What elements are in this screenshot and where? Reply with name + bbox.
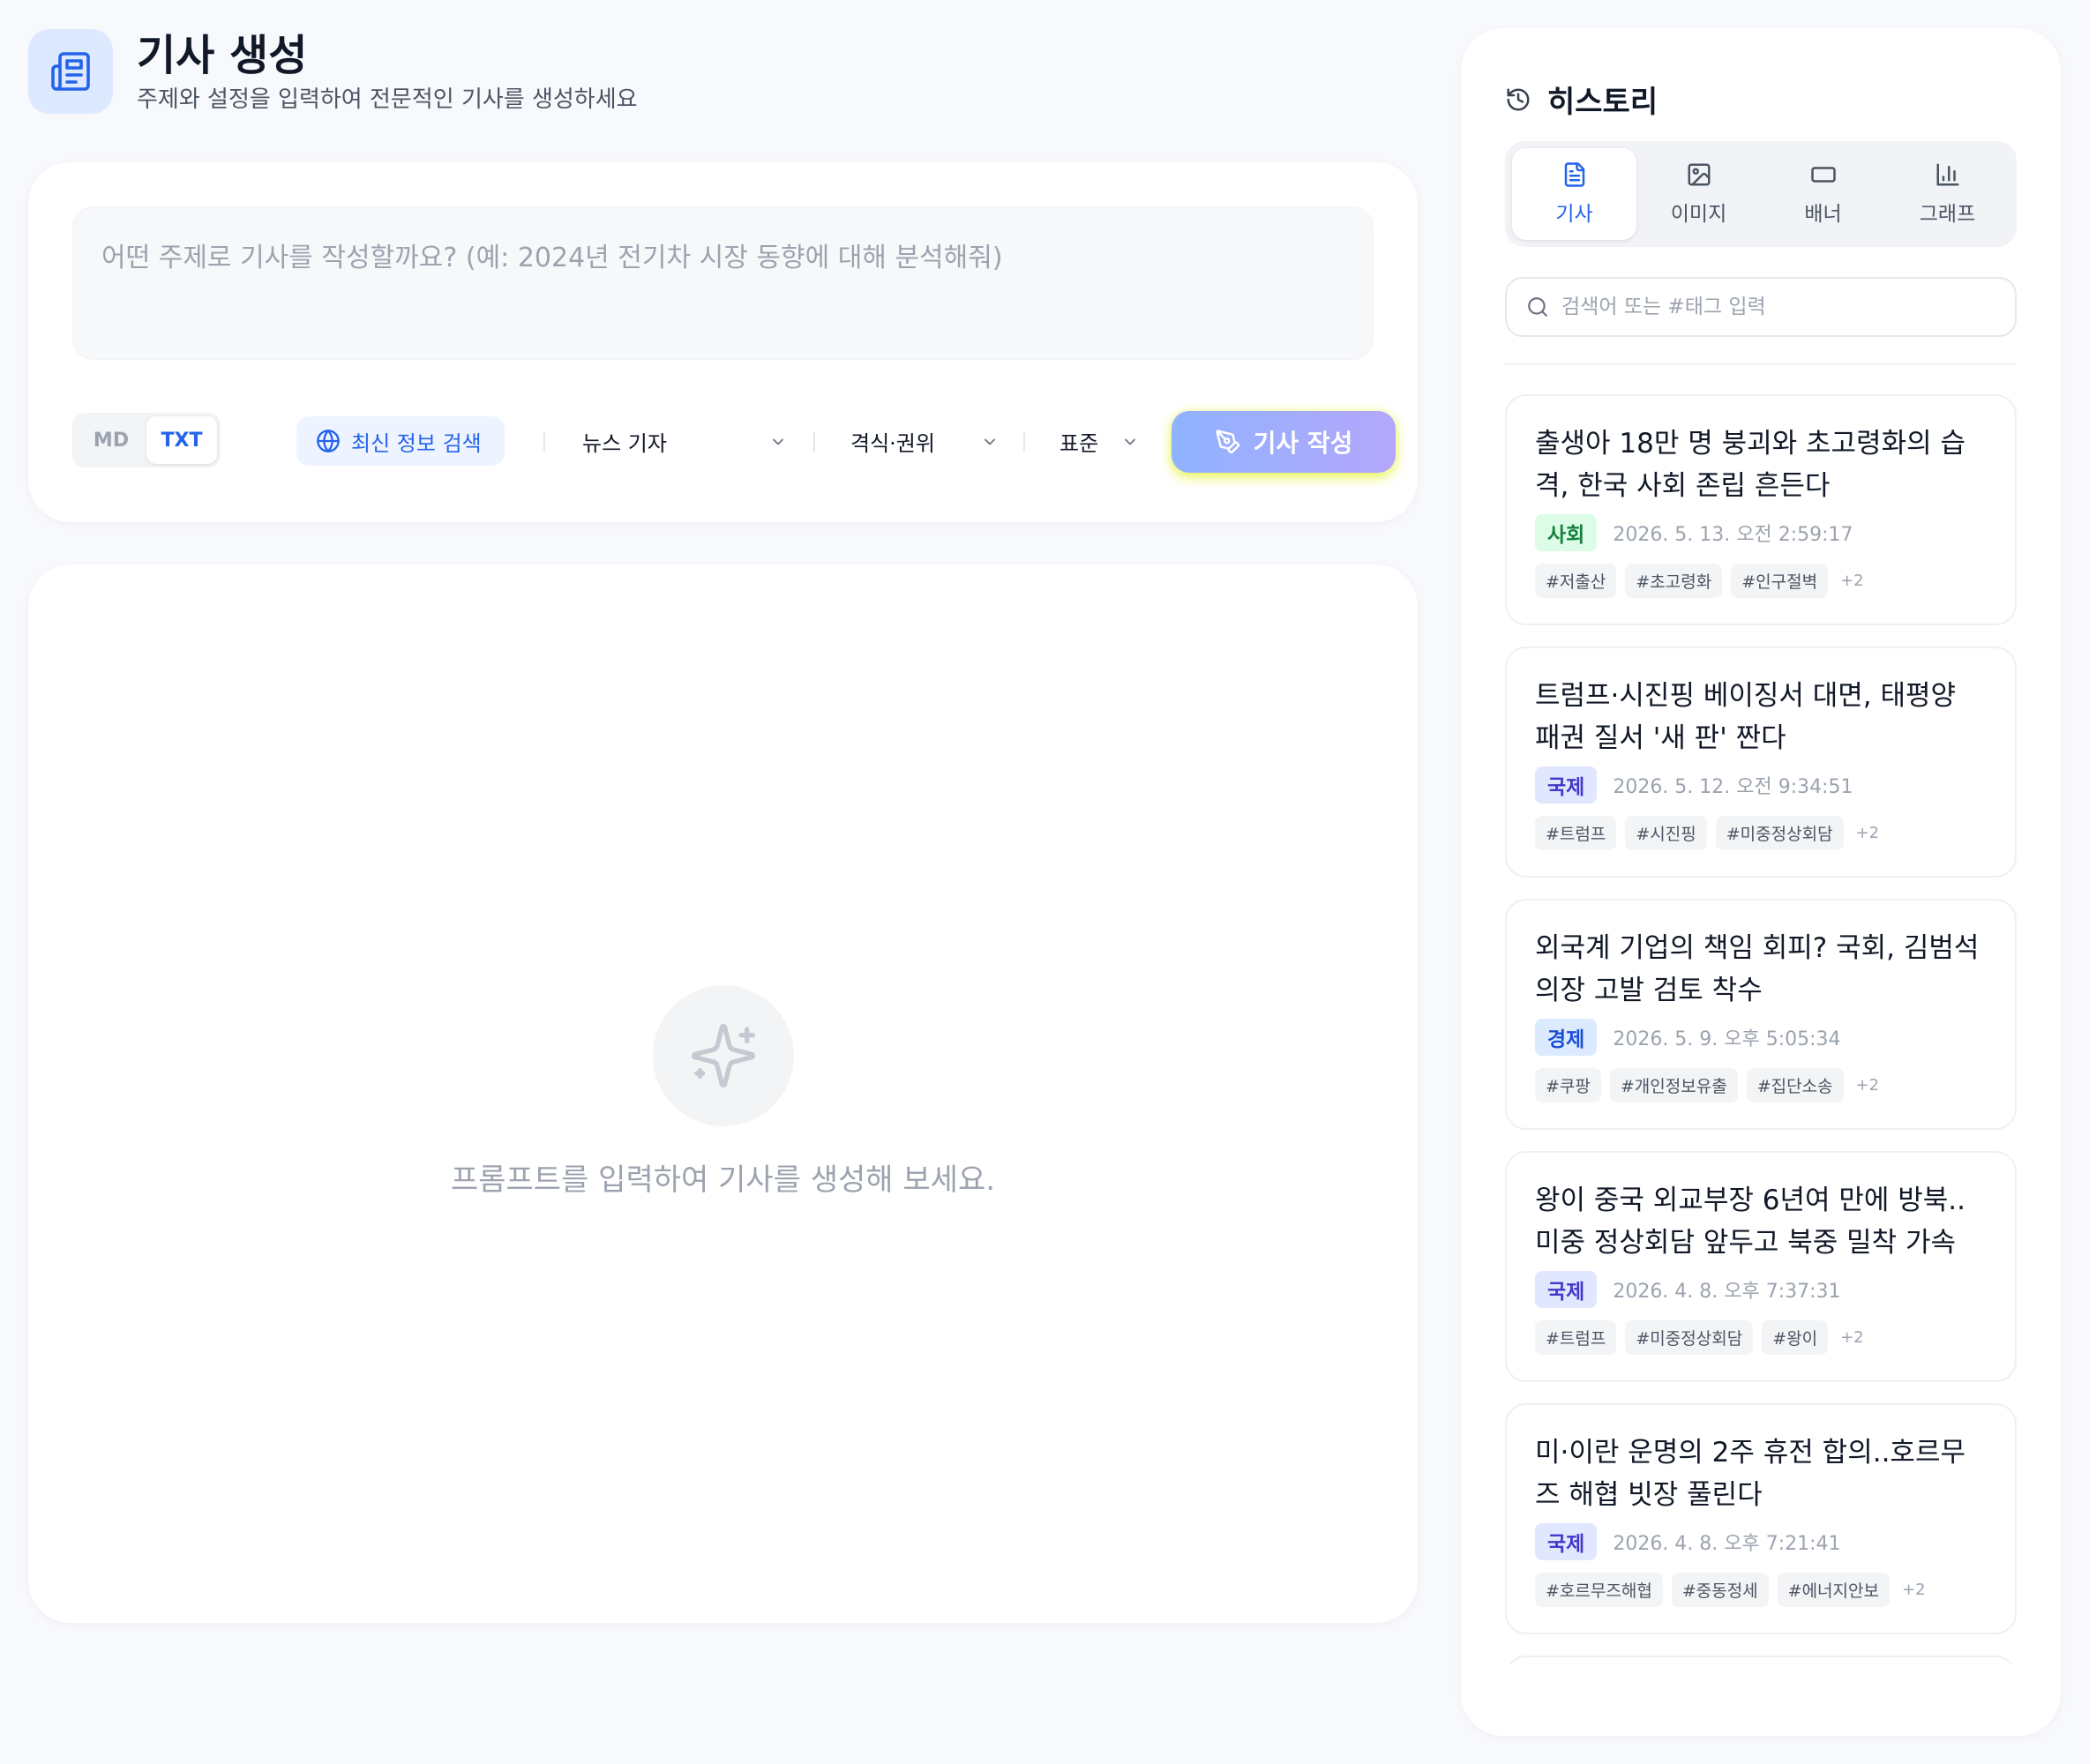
tag-chip: #시진핑	[1625, 816, 1707, 850]
newspaper-icon	[28, 29, 113, 114]
history-search-input[interactable]	[1561, 295, 1985, 318]
globe-icon	[317, 430, 340, 452]
persona-select-value: 뉴스 기자	[582, 430, 667, 456]
history-item-date: 2026. 5. 13. 오전 2:59:17	[1613, 524, 1853, 546]
generate-article-label: 기사 작성	[1253, 429, 1353, 458]
divider	[543, 432, 545, 452]
page-title: 기사 생성	[137, 31, 308, 80]
bar-chart-icon	[1936, 163, 1958, 186]
history-item-title: 미·이란 운명의 2주 휴전 합의..호르무즈 해협 빗장 풀린다	[1535, 1437, 1965, 1511]
result-card: 프롬프트를 입력하여 기사를 생성해 보세요.	[28, 564, 1418, 1623]
prompt-toolbar: MD TXT 최신 정보 검색 뉴스 기자 격식·권위 표준 기사 작성	[72, 411, 1396, 473]
tag-chip: #미중정상회담	[1715, 816, 1844, 850]
more-tags-count: +2	[1855, 1076, 1880, 1095]
tag-chip: #인구절벽	[1731, 564, 1829, 598]
tag-chip: #중동정세	[1671, 1573, 1769, 1607]
tab-article[interactable]: 기사	[1512, 148, 1636, 240]
history-type-tabs: 기사 이미지 배너 그래프	[1505, 141, 2017, 247]
tag-chip: #트럼프	[1535, 1320, 1617, 1355]
divider	[1023, 432, 1025, 452]
divider	[1505, 363, 2017, 365]
prompt-input[interactable]	[72, 206, 1374, 360]
history-search	[1505, 277, 2017, 337]
history-item-date: 2026. 5. 12. 오전 9:34:51	[1613, 776, 1853, 798]
history-icon	[1507, 88, 1530, 110]
tag-chip: #초고령화	[1625, 564, 1723, 598]
history-item[interactable]: 출생아 18만 명 붕괴와 초고령화의 습격, 한국 사회 존립 흔든다 사회 …	[1505, 394, 2017, 625]
format-txt-button[interactable]: TXT	[146, 416, 217, 464]
history-item-title: 출생아 18만 명 붕괴와 초고령화의 습격, 한국 사회 존립 흔든다	[1535, 428, 1965, 502]
history-panel: 히스토리 기사 이미지 배너 그래프 검색어 또는 #태그 입력 출생아 18만…	[1461, 28, 2061, 1736]
pen-tool-icon	[1215, 430, 1239, 454]
tag-chip: #미중정상회담	[1625, 1320, 1754, 1355]
history-list[interactable]: 출생아 18만 명 붕괴와 초고령화의 습격, 한국 사회 존립 흔든다 사회 …	[1505, 394, 2017, 1664]
history-item-title: 왕이 중국 외교부장 6년여 만에 방북.. 미중 정상회담 앞두고 북중 밀착…	[1535, 1185, 1965, 1259]
prompt-card: MD TXT 최신 정보 검색 뉴스 기자 격식·권위 표준	[28, 162, 1418, 522]
history-title: 히스토리	[1547, 85, 1658, 120]
category-badge: 경제	[1535, 1019, 1598, 1056]
category-badge: 국제	[1535, 1271, 1598, 1308]
more-tags-count: +2	[1855, 824, 1880, 842]
tag-chip: #개인정보유출	[1609, 1068, 1738, 1102]
tag-chip: #왕이	[1762, 1320, 1829, 1355]
history-item[interactable]	[1505, 1656, 2017, 1664]
history-item-title: 외국계 기업의 책임 회피? 국회, 김범석 의장 고발 검토 착수	[1535, 932, 1980, 1006]
history-item[interactable]: 트럼프·시진핑 베이징서 대면, 태평양 패권 질서 '새 판' 짠다 국제 2…	[1505, 647, 2017, 878]
category-badge: 국제	[1535, 1523, 1598, 1560]
divider	[813, 432, 815, 452]
document-icon	[1564, 162, 1584, 187]
tab-graph[interactable]: 그래프	[1885, 148, 2010, 240]
banner-icon	[1810, 167, 1836, 183]
length-select[interactable]: 표준	[1059, 416, 1139, 466]
more-tags-count: +2	[1901, 1581, 1926, 1599]
page-subtitle: 주제와 설정을 입력하여 전문적인 기사를 생성하세요	[137, 86, 638, 113]
category-badge: 사회	[1535, 514, 1598, 551]
chevron-down-icon	[985, 438, 995, 445]
history-item[interactable]: 왕이 중국 외교부장 6년여 만에 방북.. 미중 정상회담 앞두고 북중 밀착…	[1505, 1151, 2017, 1382]
more-tags-count: +2	[1840, 572, 1864, 590]
tag-chip: #쿠팡	[1535, 1068, 1601, 1102]
history-header: 히스토리	[1505, 78, 1658, 121]
chevron-down-icon	[1125, 438, 1135, 445]
generate-article-button[interactable]: 기사 작성	[1172, 411, 1396, 473]
sparkles-icon	[653, 985, 794, 1126]
tag-chip: #집단소송	[1746, 1068, 1844, 1102]
tab-graph-label: 그래프	[1919, 203, 1976, 226]
web-search-label: 최신 정보 검색	[351, 430, 482, 456]
tab-banner-label: 배너	[1804, 203, 1842, 226]
tag-chip: #호르무즈해협	[1535, 1573, 1663, 1607]
image-icon	[1688, 163, 1710, 186]
tab-article-label: 기사	[1555, 203, 1593, 226]
tone-select[interactable]: 격식·권위	[850, 416, 999, 466]
tag-chip: #에너지안보	[1777, 1573, 1890, 1607]
empty-state-message: 프롬프트를 입력하여 기사를 생성해 보세요.	[450, 1162, 996, 1198]
web-search-toggle[interactable]: 최신 정보 검색	[296, 416, 505, 466]
history-item[interactable]: 미·이란 운명의 2주 휴전 합의..호르무즈 해협 빗장 풀린다 국제 202…	[1505, 1403, 2017, 1634]
history-item-date: 2026. 4. 8. 오후 7:21:41	[1613, 1533, 1841, 1555]
history-item[interactable]: 외국계 기업의 책임 회피? 국회, 김범석 의장 고발 검토 착수 경제 20…	[1505, 899, 2017, 1130]
length-select-value: 표준	[1059, 430, 1099, 456]
tag-chip: #트럼프	[1535, 816, 1617, 850]
tab-image-label: 이미지	[1670, 203, 1727, 226]
tab-banner[interactable]: 배너	[1761, 148, 1885, 240]
category-badge: 국제	[1535, 766, 1598, 804]
tab-image[interactable]: 이미지	[1636, 148, 1761, 240]
app-header: 기사 생성 주제와 설정을 입력하여 전문적인 기사를 생성하세요	[28, 29, 638, 116]
history-item-date: 2026. 5. 9. 오후 5:05:34	[1613, 1028, 1841, 1050]
more-tags-count: +2	[1840, 1328, 1864, 1347]
tag-chip: #저출산	[1535, 564, 1617, 598]
history-item-date: 2026. 4. 8. 오후 7:37:31	[1613, 1281, 1841, 1303]
persona-select[interactable]: 뉴스 기자	[582, 416, 787, 466]
search-icon	[1528, 297, 1547, 317]
format-toggle: MD TXT	[72, 413, 221, 467]
format-md-button[interactable]: MD	[76, 416, 146, 464]
tone-select-value: 격식·권위	[850, 430, 935, 456]
chevron-down-icon	[773, 438, 783, 445]
history-item-title: 트럼프·시진핑 베이징서 대면, 태평양 패권 질서 '새 판' 짠다	[1535, 680, 1957, 754]
